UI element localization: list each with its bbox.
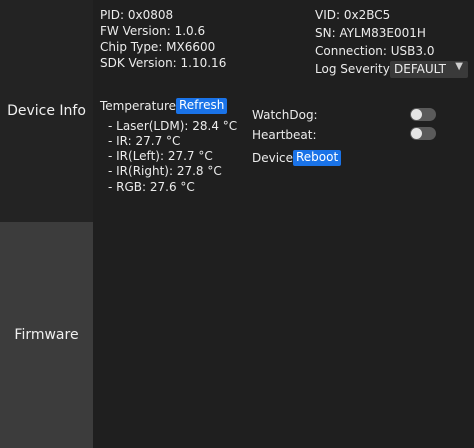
refresh-button[interactable]: Refresh [176, 98, 228, 114]
vid-text: VID: 0x2BC5 [315, 8, 391, 22]
heartbeat-toggle[interactable] [410, 127, 436, 140]
watchdog-label: WatchDog: [252, 108, 318, 122]
temperature-item: - IR(Right): 27.8 °C [108, 164, 222, 178]
chevron-down-icon: ▼ [455, 61, 463, 72]
temperature-item: - IR: 27.7 °C [108, 134, 181, 148]
toggle-knob [411, 109, 422, 120]
pid-text: PID: 0x0808 [100, 8, 174, 22]
reboot-button[interactable]: Reboot [293, 150, 342, 166]
temperature-item: - RGB: 27.6 °C [108, 180, 195, 194]
temperature-item: - IR(Left): 27.7 °C [108, 149, 213, 163]
sidebar-tab-label: Firmware [14, 327, 79, 343]
device-info-panel: PID: 0x0808 FW Version: 1.0.6 Chip Type:… [93, 0, 474, 448]
sn-text: SN: AYLM83E001H [315, 26, 426, 40]
chip-type-text: Chip Type: MX6600 [100, 40, 216, 54]
toggle-knob [411, 128, 422, 139]
temperature-item: - Laser(LDM): 28.4 °C [108, 119, 238, 133]
sidebar-tab-firmware[interactable]: Firmware [0, 222, 93, 448]
heartbeat-label: Heartbeat: [252, 128, 317, 142]
sidebar-tab-label: Device Info [7, 103, 86, 119]
device-label: Device: [252, 151, 298, 165]
sidebar: Device Info Firmware [0, 0, 93, 448]
log-severity-select[interactable]: DEFAULT ▼ [390, 61, 468, 78]
sidebar-tab-device-info[interactable]: Device Info [0, 0, 93, 222]
connection-text: Connection: USB3.0 [315, 44, 435, 58]
sdk-version-text: SDK Version: 1.10.16 [100, 56, 227, 70]
watchdog-toggle[interactable] [410, 108, 436, 121]
temperature-label: Temperature: [100, 99, 181, 113]
log-severity-value: DEFAULT [394, 62, 446, 76]
log-severity-label: Log Severity: [315, 62, 393, 76]
fw-version-text: FW Version: 1.0.6 [100, 24, 206, 38]
